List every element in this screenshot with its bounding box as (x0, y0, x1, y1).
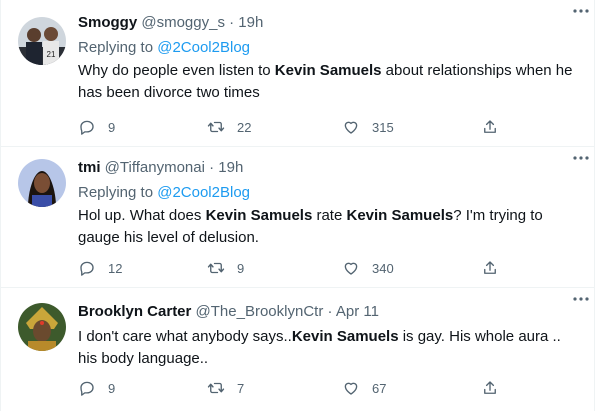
avatar[interactable] (18, 159, 66, 207)
tweet-text-part: rate (312, 207, 347, 224)
like-count: 315 (372, 119, 394, 135)
reply-button[interactable]: 9 (78, 117, 115, 137)
display-name[interactable]: tmi (78, 159, 101, 176)
retweet-button[interactable]: 7 (207, 378, 244, 398)
replying-to: Replying to @2Cool2Blog (78, 38, 578, 58)
timestamp[interactable]: 19h (218, 159, 243, 176)
display-name[interactable]: Smoggy (78, 14, 137, 31)
reply-bubble-icon (80, 381, 94, 396)
share-icon (484, 120, 496, 133)
timestamp[interactable]: 19h (238, 14, 263, 31)
tweet-actions: 9 22 315 (78, 117, 508, 137)
retweet-icon (207, 262, 225, 274)
tweet-text-part: Hol up. What does (78, 207, 206, 224)
tweet-actions: 12 9 340 (78, 258, 508, 278)
tweet-header: Brooklyn Carter @The_BrooklynCtr · Apr 1… (78, 302, 578, 322)
replying-to-mention[interactable]: @2Cool2Blog (157, 39, 250, 56)
avatar[interactable]: 21 (18, 17, 66, 65)
more-horizontal-icon[interactable] (572, 151, 590, 165)
tweet[interactable]: tmi @Tiffanymonai · 19h Replying to @2Co… (1, 147, 594, 288)
reply-button[interactable]: 9 (78, 378, 115, 398)
separator-dot: · (327, 303, 333, 320)
tweet[interactable]: 21 Smoggy @smoggy_s · 19h Replying to @2… (1, 0, 594, 147)
tweet-text-part: I don't care what anybody says.. (78, 328, 292, 345)
replying-to: Replying to @2Cool2Blog (78, 183, 578, 203)
timestamp[interactable]: Apr 11 (336, 303, 379, 320)
more-horizontal-icon[interactable] (572, 4, 590, 18)
user-handle[interactable]: @smoggy_s (141, 14, 225, 31)
share-icon (484, 261, 496, 274)
share-button[interactable] (481, 258, 499, 278)
tweet[interactable]: Brooklyn Carter @The_BrooklynCtr · Apr 1… (1, 288, 594, 411)
tweet-text: I don't care what anybody says..Kevin Sa… (78, 326, 578, 370)
reply-count: 12 (108, 260, 123, 276)
retweet-count: 9 (237, 260, 245, 276)
reply-feed: 21 Smoggy @smoggy_s · 19h Replying to @2… (0, 0, 595, 411)
share-icon (484, 381, 496, 394)
retweet-icon (207, 382, 225, 394)
tweet-text-highlight: Kevin Samuels (346, 207, 454, 224)
heart-icon (344, 121, 358, 134)
replying-to-prefix: Replying to (78, 184, 158, 201)
separator-dot: · (229, 14, 235, 31)
like-count: 67 (372, 380, 387, 396)
reply-count: 9 (108, 119, 116, 135)
tweet-text-part: Why do people even listen to (78, 62, 275, 79)
separator-dot: · (209, 159, 215, 176)
avatar[interactable] (18, 303, 66, 351)
like-button[interactable]: 340 (342, 258, 394, 278)
tweet-text: Why do people even listen to Kevin Samue… (78, 60, 578, 104)
avatar-image (18, 303, 66, 351)
like-button[interactable]: 315 (342, 117, 394, 137)
retweet-count: 7 (237, 380, 245, 396)
reply-count: 9 (108, 380, 116, 396)
tweet-actions: 9 7 67 (78, 378, 508, 398)
replying-to-mention[interactable]: @2Cool2Blog (157, 184, 250, 201)
tweet-text: Hol up. What does Kevin Samuels rate Kev… (78, 205, 578, 249)
tweet-header: tmi @Tiffanymonai · 19h (78, 158, 578, 178)
more-horizontal-icon[interactable] (572, 292, 590, 306)
tweet-text-highlight: Kevin Samuels (291, 328, 399, 345)
user-handle[interactable]: @The_BrooklynCtr (196, 303, 324, 320)
reply-bubble-icon (80, 120, 94, 135)
share-button[interactable] (481, 117, 499, 137)
avatar-image: 21 (18, 17, 66, 65)
heart-icon (344, 262, 358, 275)
tweet-text-highlight: Kevin Samuels (205, 207, 313, 224)
tweet-text-highlight: Kevin Samuels (274, 62, 382, 79)
like-button[interactable]: 67 (342, 378, 386, 398)
retweet-button[interactable]: 22 (207, 117, 251, 137)
like-count: 340 (372, 260, 394, 276)
heart-icon (344, 382, 358, 395)
svg-text:21: 21 (47, 50, 56, 59)
retweet-icon (207, 121, 225, 133)
user-handle[interactable]: @Tiffanymonai (105, 159, 205, 176)
retweet-button[interactable]: 9 (207, 258, 244, 278)
replying-to-prefix: Replying to (78, 39, 158, 56)
reply-bubble-icon (80, 261, 94, 276)
display-name[interactable]: Brooklyn Carter (78, 303, 191, 320)
tweet-header: Smoggy @smoggy_s · 19h (78, 13, 578, 33)
retweet-count: 22 (237, 119, 252, 135)
reply-button[interactable]: 12 (78, 258, 122, 278)
share-button[interactable] (481, 378, 499, 398)
avatar-image (18, 159, 66, 207)
